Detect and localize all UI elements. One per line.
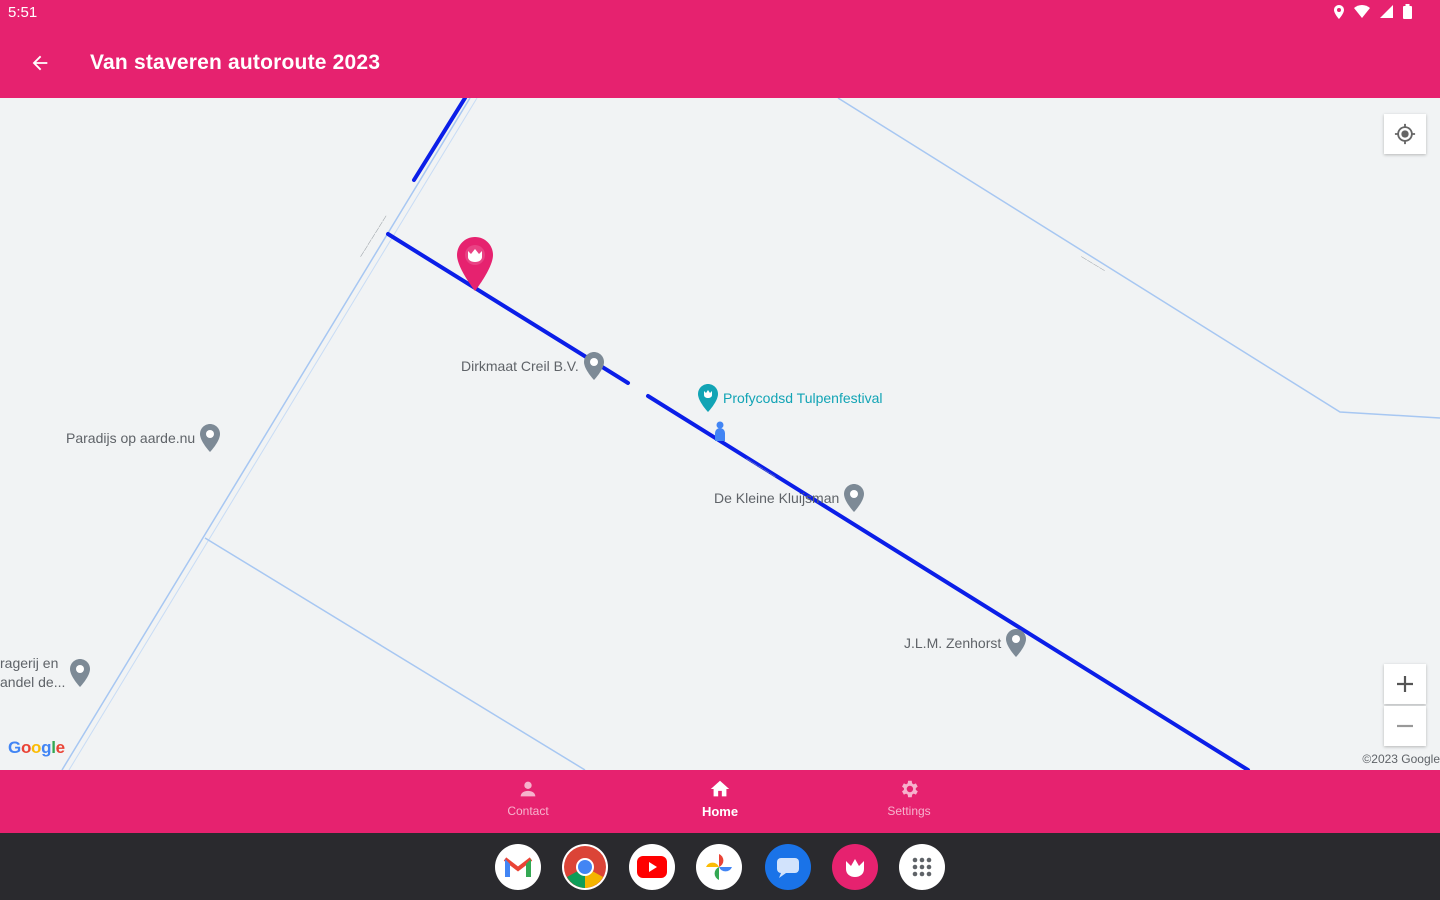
poi-label: ragerij en andel de...: [0, 655, 66, 690]
plus-icon: [1397, 676, 1413, 692]
poi-tulpenfestival[interactable]: Profycodsd Tulpenfestival: [697, 383, 883, 413]
nav-item-home[interactable]: Home: [660, 778, 780, 819]
location-icon: [1334, 4, 1344, 19]
chrome-icon[interactable]: [562, 844, 608, 890]
nav-item-settings[interactable]: Settings: [849, 778, 969, 818]
home-icon: [710, 780, 730, 797]
my-location-button[interactable]: [1384, 114, 1426, 154]
status-bar: 5:51: [0, 0, 1440, 28]
nav-label: Settings: [887, 804, 931, 818]
map-pin-icon: [698, 384, 718, 412]
road-side-lower: [204, 537, 586, 770]
poi-label: Paradijs op aarde.nu: [66, 430, 196, 446]
destination-pin[interactable]: [455, 235, 495, 298]
poi-label: J.L.M. Zenhorst: [904, 635, 1002, 651]
map-pin-icon: [70, 659, 91, 687]
arrow-left-icon: [32, 55, 48, 71]
nav-item-contact[interactable]: Contact: [468, 778, 588, 818]
map-pin-icon: [844, 484, 865, 512]
poi-paradijs[interactable]: Paradijs op aarde.nu: [66, 423, 221, 453]
signal-icon: [1380, 5, 1393, 18]
gmail-icon[interactable]: [495, 844, 541, 890]
status-icons: [1334, 4, 1412, 19]
wifi-icon: [1354, 5, 1370, 18]
page-title: Van staveren autoroute 2023: [90, 51, 381, 74]
youtube-icon[interactable]: [629, 844, 675, 890]
status-time: 5:51: [8, 4, 38, 21]
map-roads: [61, 98, 1440, 770]
map-view[interactable]: ——————— ———— ————— Dirkmaat Creil B.V. P…: [0, 98, 1440, 770]
map-copyright: ©2023 Google: [1362, 752, 1440, 766]
map-pin-icon: [1006, 629, 1027, 657]
tulip-app-icon[interactable]: [832, 844, 878, 890]
poi-label: Dirkmaat Creil B.V.: [461, 358, 579, 374]
bottom-navigation: Contact Home Settings: [0, 770, 1440, 833]
messages-icon[interactable]: [765, 844, 811, 890]
app-bar: Van staveren autoroute 2023: [0, 28, 1440, 98]
app-drawer-icon[interactable]: [899, 844, 945, 890]
photos-icon[interactable]: [696, 844, 742, 890]
route-line: [386, 98, 1250, 770]
crosshair-icon: [1394, 123, 1416, 145]
gear-icon: [902, 780, 918, 798]
back-button[interactable]: [22, 45, 58, 81]
svg-text:———————: ———————: [357, 213, 390, 259]
person-icon: [520, 781, 536, 797]
poi-label: Profycodsd Tulpenfestival: [723, 390, 883, 406]
zoom-out-button[interactable]: [1384, 706, 1426, 746]
map-pin-icon: [583, 352, 604, 380]
map-pin-icon: [200, 424, 221, 452]
nav-label: Home: [701, 804, 739, 819]
google-logo: Google: [8, 738, 65, 757]
taskbar: [0, 833, 1440, 900]
zoom-in-button[interactable]: [1384, 664, 1426, 704]
poi-label: De Kleine Kluijsman: [714, 490, 840, 506]
minus-icon: [1397, 724, 1413, 728]
user-location-marker: [712, 420, 728, 447]
poi-kleine-kluijsman[interactable]: De Kleine Kluijsman: [714, 483, 865, 513]
poi-ragerij[interactable]: ragerij en andel de...: [0, 654, 91, 692]
nav-label: Contact: [507, 804, 549, 818]
svg-text:—————: —————: [744, 455, 778, 480]
poi-dirkmaat[interactable]: Dirkmaat Creil B.V.: [461, 351, 605, 381]
poi-zenhorst[interactable]: J.L.M. Zenhorst: [904, 628, 1027, 658]
battery-icon: [1403, 4, 1412, 19]
road-upper-right: [837, 98, 1440, 419]
